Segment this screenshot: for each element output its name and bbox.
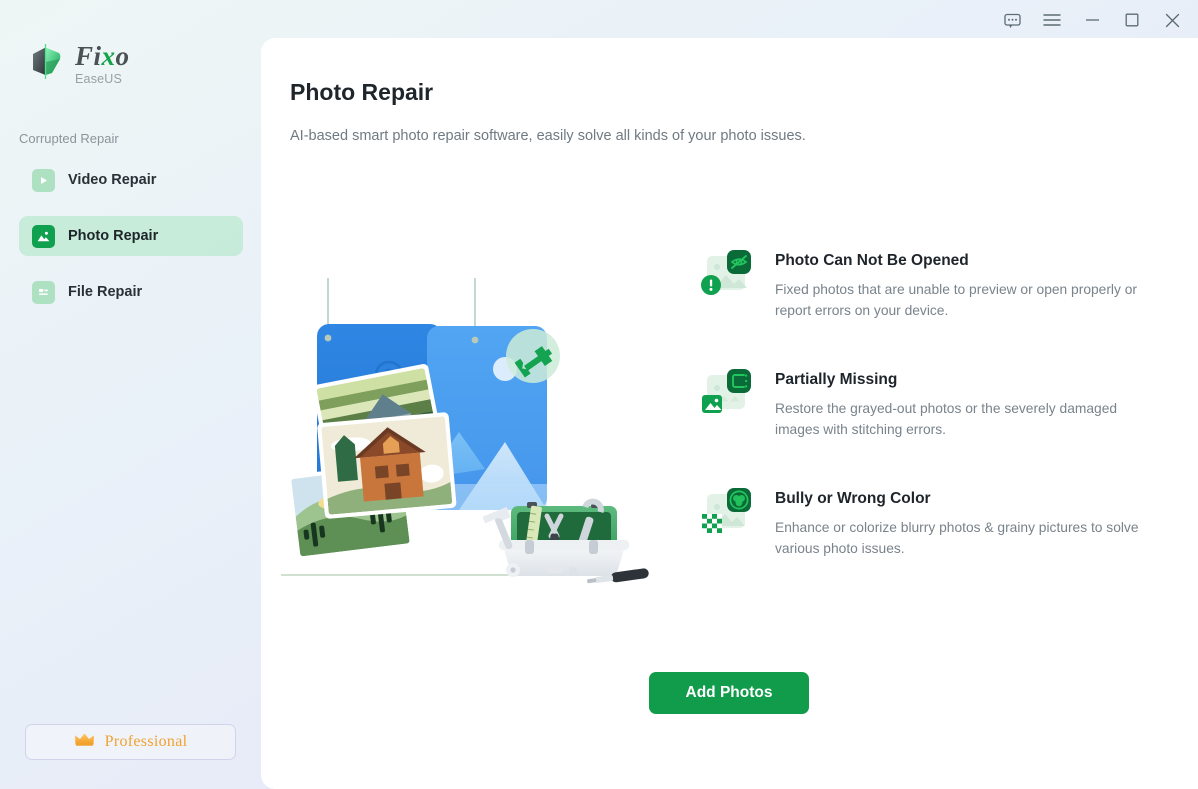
brand-subtitle: EaseUS bbox=[75, 72, 123, 86]
fixo-logo-icon bbox=[26, 42, 66, 82]
feature-item: Partially Missing Restore the grayed-out… bbox=[701, 369, 1161, 440]
feature-title: Bully or Wrong Color bbox=[775, 490, 931, 507]
photo-icon bbox=[32, 224, 55, 248]
video-icon bbox=[32, 168, 55, 192]
brand-name-accent: x bbox=[101, 41, 116, 71]
sidebar-item-video-repair[interactable]: Video Repair bbox=[19, 160, 243, 200]
feature-icon-partially-missing bbox=[701, 369, 757, 421]
feature-body: Partially Missing Restore the grayed-out… bbox=[775, 369, 1147, 440]
nav-list: Video Repair Photo Repair File Repair bbox=[19, 160, 243, 328]
sidebar-item-photo-repair[interactable]: Photo Repair bbox=[19, 216, 243, 256]
professional-upgrade-button[interactable]: Professional bbox=[25, 724, 236, 760]
page-title: Photo Repair bbox=[290, 79, 434, 105]
dashed-frame-icon bbox=[727, 369, 751, 393]
feature-icon-photo-cannot-be-opened bbox=[701, 250, 757, 302]
feature-body: Bully or Wrong Color Enhance or colorize… bbox=[775, 488, 1147, 559]
brand-logo-group: Fixo EaseUS bbox=[26, 42, 130, 86]
feature-title: Photo Can Not Be Opened bbox=[775, 252, 969, 269]
brand-name-prefix: Fi bbox=[75, 41, 102, 71]
menu-icon[interactable] bbox=[1032, 4, 1072, 36]
sidebar-item-label: Photo Repair bbox=[68, 228, 159, 244]
alert-circle-icon bbox=[701, 275, 721, 295]
brand-name: Fixo bbox=[75, 43, 130, 70]
sidebar: Fixo EaseUS Corrupted Repair Video Repai… bbox=[0, 0, 261, 789]
feature-list: Photo Can Not Be Opened Fixed photos tha… bbox=[701, 250, 1161, 607]
feature-description: Enhance or colorize blurry photos & grai… bbox=[775, 520, 1139, 556]
feature-description: Fixed photos that are unable to preview … bbox=[775, 282, 1137, 318]
page-subtitle: AI-based smart photo repair software, ea… bbox=[290, 128, 806, 144]
professional-label: Professional bbox=[104, 733, 188, 750]
nav-section-label: Corrupted Repair bbox=[19, 131, 119, 146]
feature-icon-bully-or-wrong-color bbox=[701, 488, 757, 540]
sidebar-item-label: Video Repair bbox=[68, 172, 157, 188]
feedback-icon[interactable] bbox=[992, 4, 1032, 36]
window-controls bbox=[992, 0, 1198, 40]
checkerboard-icon bbox=[702, 514, 722, 533]
feature-title: Partially Missing bbox=[775, 371, 898, 388]
main-panel: Photo Repair AI-based smart photo repair… bbox=[261, 38, 1198, 789]
feature-item: Photo Can Not Be Opened Fixed photos tha… bbox=[701, 250, 1161, 321]
feature-description: Restore the grayed-out photos or the sev… bbox=[775, 401, 1118, 437]
add-photos-button[interactable]: Add Photos bbox=[649, 672, 809, 714]
maximize-icon[interactable] bbox=[1112, 4, 1152, 36]
minimize-icon[interactable] bbox=[1072, 4, 1112, 36]
feature-body: Photo Can Not Be Opened Fixed photos tha… bbox=[775, 250, 1147, 321]
crown-icon bbox=[74, 732, 95, 752]
file-icon bbox=[32, 280, 55, 304]
close-icon[interactable] bbox=[1152, 4, 1192, 36]
sidebar-item-file-repair[interactable]: File Repair bbox=[19, 272, 243, 312]
sidebar-item-label: File Repair bbox=[68, 284, 143, 300]
photo-repair-illustration bbox=[281, 278, 691, 598]
image-icon bbox=[702, 395, 722, 413]
brand-name-suffix: o bbox=[115, 41, 130, 71]
feature-item: Bully or Wrong Color Enhance or colorize… bbox=[701, 488, 1161, 559]
